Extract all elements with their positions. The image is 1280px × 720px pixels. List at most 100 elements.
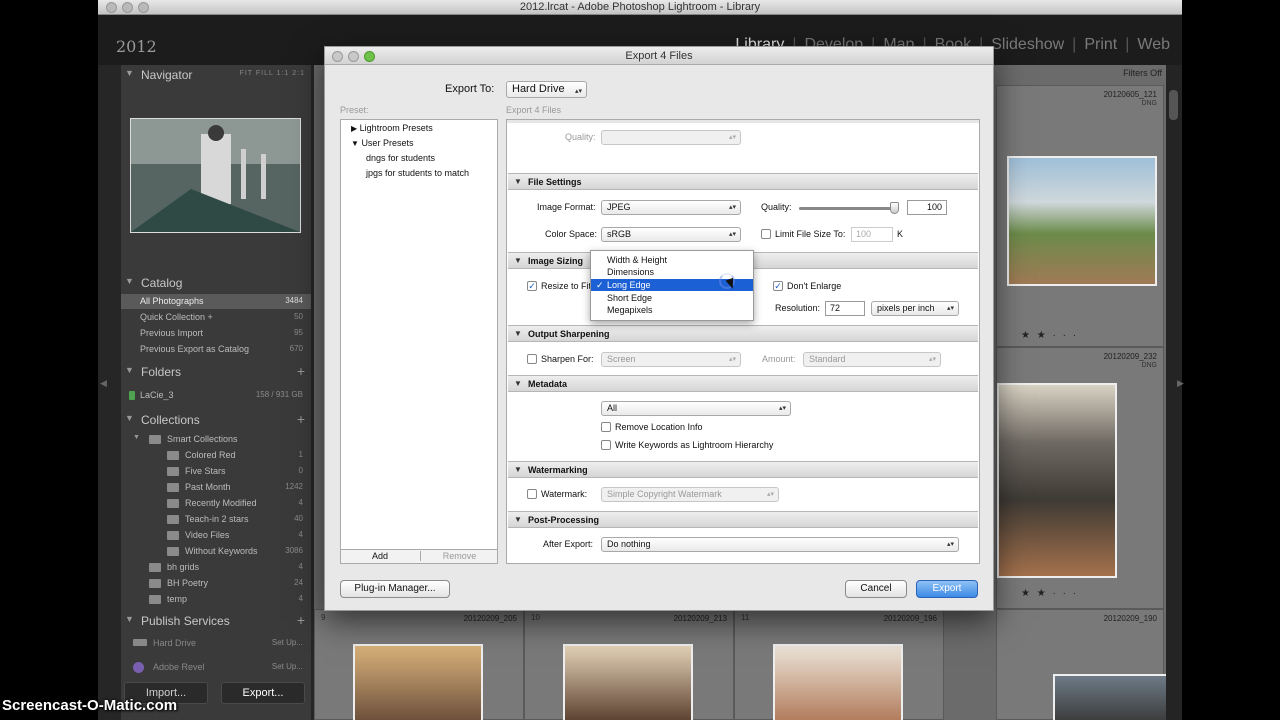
watermark-select[interactable]: Simple Copyright Watermark ▴▾ [601,487,779,502]
output-sharpening-header[interactable]: ▼ Output Sharpening [508,325,978,342]
file-settings-header[interactable]: ▼ File Settings [508,173,978,190]
catalog-item[interactable]: Previous Import 95 [121,326,311,341]
add-folder-icon[interactable]: + [297,363,305,379]
quality-top-label: Quality: [565,132,596,142]
add-preset-button[interactable]: Add [341,551,419,561]
publish-services-header[interactable]: ▼ Publish Services + [121,611,311,631]
catalog-item[interactable]: Quick Collection +50 [121,310,311,325]
color-space-label: Color Space: [545,229,598,239]
grid-cell[interactable]: 11 20120209_196 [734,609,944,720]
grid-scrollbar[interactable] [1166,65,1182,720]
filters-status[interactable]: Filters Off [1123,68,1162,78]
write-keywords-label: Write Keywords as Lightroom Hierarchy [615,440,774,450]
grid-cell[interactable]: 20120605_121 DNG ★ ★ · · · [996,85,1164,347]
star-rating[interactable]: ★ ★ · · · [1021,330,1078,341]
export-to-select[interactable]: Hard Drive ▴▾ [506,81,587,98]
collection-item[interactable]: Without Keywords 3086 [121,544,311,559]
add-collection-icon[interactable]: + [297,411,305,427]
export-settings-panel: Quality: ▴▾ ▼ File Settings Image Format:… [506,119,980,564]
grid-cell[interactable]: 9 20120209_205 [314,609,524,720]
preset-group-lightroom[interactable]: ▶ Lightroom Presets [351,123,433,133]
resolution-input[interactable]: 72 [825,301,865,316]
sharpen-for-select[interactable]: Screen ▴▾ [601,352,741,367]
quality-slider-thumb[interactable] [890,202,899,214]
grid-cell[interactable]: 20120209_190 [996,609,1182,720]
folders-header[interactable]: ▼ Folders + [121,362,311,382]
post-processing-header[interactable]: ▼ Post-Processing [508,511,978,528]
collapse-triangle-icon: ▼ [125,276,134,286]
screencast-watermark: Screencast-O-Matic.com [2,697,178,714]
quality-slider[interactable] [799,202,899,214]
write-keywords-checkbox[interactable] [601,440,611,450]
catalog-item[interactable]: Previous Export as Catalog 670 [121,342,311,357]
popup-arrows-icon: ▴▾ [946,541,954,548]
catalog-item[interactable]: All Photographs 3484 [121,294,311,309]
add-publish-service-icon[interactable]: + [297,612,305,628]
menu-item-megapixels[interactable]: Megapixels [591,304,753,316]
publish-service-item[interactable]: Adobe Revel Set Up... [121,660,311,675]
watermark-checkbox[interactable] [527,489,537,499]
remove-preset-button[interactable]: Remove [420,551,498,561]
export-button[interactable]: Export... [221,682,305,704]
navigator-zoom-options[interactable]: FIT FILL 1:1 2:1 [240,70,305,77]
collection-item[interactable]: Teach-in 2 stars 40 [121,512,311,527]
module-slideshow[interactable]: Slideshow [983,36,1072,54]
resize-to-fit-checkbox[interactable]: ✓ [527,281,537,291]
quality-top-select[interactable]: ▴▾ [601,130,741,145]
watermarking-header[interactable]: ▼ Watermarking [508,461,978,478]
popup-arrows-icon: ▴▾ [728,204,736,211]
collection-item[interactable]: Colored Red 1 [121,448,311,463]
resolution-unit-select[interactable]: pixels per inch ▴▾ [871,301,959,316]
metadata-header[interactable]: ▼ Metadata [508,375,978,392]
left-panel-toggle-icon[interactable]: ◀ [100,378,107,389]
remove-location-checkbox[interactable] [601,422,611,432]
metadata-select[interactable]: All ▴▾ [601,401,791,416]
limit-file-size-label: Limit File Size To: [775,229,846,239]
export-confirm-button[interactable]: Export [916,580,978,598]
collection-item[interactable]: bh grids 4 [121,560,311,575]
folder-item[interactable]: LaCie_3 158 / 931 GB [121,388,311,403]
collection-item[interactable]: Recently Modified 4 [121,496,311,511]
collections-header[interactable]: ▼ Collections + [121,410,311,430]
grid-cell[interactable]: 10 20120209_213 [524,609,734,720]
quality-input[interactable]: 100 [907,200,947,215]
photo-thumbnail [563,644,693,720]
collection-item[interactable]: Video Files 4 [121,528,311,543]
limit-file-size-input[interactable]: 100 [851,227,893,242]
sharpen-for-checkbox[interactable] [527,354,537,364]
preset-item[interactable]: jpgs for students to match [366,168,469,178]
limit-file-size-unit: K [897,229,904,239]
after-export-select[interactable]: Do nothing ▴▾ [601,537,959,552]
module-print[interactable]: Print [1076,36,1125,54]
preset-item[interactable]: dngs for students [366,153,435,163]
collection-item[interactable]: Past Month 1242 [121,480,311,495]
menu-item-width-height[interactable]: Width & Height [591,254,753,266]
collection-item[interactable]: temp 4 [121,592,311,607]
cancel-button[interactable]: Cancel [845,580,907,598]
collection-item[interactable]: Five Stars 0 [121,464,311,479]
collapse-triangle-icon: ▼ [125,413,134,423]
scroll-thumb[interactable] [1169,90,1178,120]
image-format-select[interactable]: JPEG ▴▾ [601,200,741,215]
preset-group-user[interactable]: ▼ User Presets [351,138,413,148]
collection-item[interactable]: BH Poetry 24 [121,576,311,591]
dont-enlarge-checkbox[interactable]: ✓ [773,281,783,291]
popup-arrows-icon: ▴▾ [766,491,774,498]
publish-service-item[interactable]: Hard Drive Set Up... [121,636,311,651]
module-web[interactable]: Web [1129,36,1178,54]
collection-item[interactable]: ▼ Smart Collections [121,432,311,447]
right-panel-toggle-icon[interactable]: ▶ [1177,378,1184,389]
navigator-header[interactable]: ▼ Navigator FIT FILL 1:1 2:1 [121,65,311,85]
plugin-manager-button[interactable]: Plug-in Manager... [340,580,450,598]
catalog-header[interactable]: ▼ Catalog [121,273,311,293]
color-space-select[interactable]: sRGB ▴▾ [601,227,741,242]
navigator-preview[interactable] [130,118,301,233]
star-rating[interactable]: ★ ★ · · · [1021,588,1078,599]
quality-label: Quality: [761,202,792,212]
menu-item-short-edge[interactable]: Short Edge [591,292,753,304]
collapse-triangle-icon: ▼ [125,365,134,375]
limit-file-size-checkbox[interactable] [761,229,771,239]
amount-select[interactable]: Standard ▴▾ [803,352,941,367]
grid-cell[interactable]: 20120209_232 DNG ★ ★ · · · [996,347,1164,609]
dont-enlarge-label: Don't Enlarge [787,281,842,291]
